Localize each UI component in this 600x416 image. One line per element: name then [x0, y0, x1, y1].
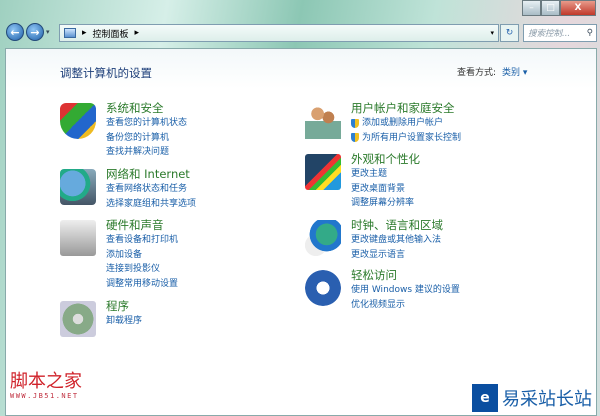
category-link[interactable]: 选择家庭组和共享选项 [106, 197, 196, 212]
uac-shield-icon [351, 118, 359, 128]
search-icon[interactable]: ⚲ [587, 28, 593, 38]
category-link[interactable]: 卸载程序 [106, 314, 142, 329]
category-title[interactable]: 网络和 Internet [106, 167, 196, 182]
category-link[interactable]: 更改显示语言 [351, 248, 443, 263]
search-placeholder: 搜索控制... [528, 29, 571, 39]
watermark-name: 易采站长站 [502, 389, 592, 410]
network-globe-icon[interactable] [60, 169, 96, 205]
window-controls: – □ X [522, 0, 596, 16]
category-title[interactable]: 用户帐户和家庭安全 [351, 101, 461, 116]
users-icon[interactable] [305, 103, 341, 139]
printer-speaker-icon[interactable] [60, 220, 96, 256]
category-title[interactable]: 外观和个性化 [351, 152, 420, 167]
maximize-button[interactable]: □ [541, 0, 560, 16]
watermark-logo: e [472, 384, 498, 412]
watermark-url: WWW.JB51.NET [10, 392, 79, 400]
category-title[interactable]: 硬件和声音 [106, 218, 178, 233]
category-link[interactable]: 添加设备 [106, 248, 178, 263]
category-title[interactable]: 程序 [106, 299, 142, 314]
view-by-dropdown[interactable]: 类别 ▾ [502, 68, 527, 78]
back-button[interactable]: ← [6, 23, 24, 41]
shield-icon[interactable] [60, 103, 96, 139]
search-input[interactable]: 搜索控制... ⚲ [523, 24, 597, 42]
address-bar[interactable]: ▸ 控制面板 ▸ ▾ [59, 24, 499, 42]
control-panel-icon [64, 28, 76, 38]
category-title[interactable]: 时钟、语言和区域 [351, 218, 443, 233]
watermark-yicai: e 易采站长站 [472, 384, 592, 412]
category-left-2: 硬件和声音 查看设备和打印机 添加设备 连接到投影仪 调整常用移动设置 [60, 218, 178, 291]
address-dropdown-icon[interactable]: ▾ [490, 29, 494, 37]
category-link[interactable]: 调整屏幕分辨率 [351, 196, 420, 211]
category-link[interactable]: 调整常用移动设置 [106, 277, 178, 292]
globe-clock-icon[interactable] [305, 220, 341, 256]
ease-of-access-icon[interactable] [305, 270, 341, 306]
category-title[interactable]: 系统和安全 [106, 101, 187, 116]
monitor-palette-icon[interactable] [305, 154, 341, 190]
category-link[interactable]: 更改桌面背景 [351, 182, 420, 197]
category-link[interactable]: 连接到投影仪 [106, 262, 178, 277]
close-button[interactable]: X [560, 0, 596, 16]
category-left-0: 系统和安全 查看您的计算机状态 备份您的计算机 查找并解决问题 [60, 101, 187, 160]
category-link[interactable]: 更改主题 [351, 167, 420, 182]
category-link[interactable]: 为所有用户设置家长控制 [351, 131, 461, 146]
page-title: 调整计算机的设置 [60, 66, 152, 80]
category-link[interactable]: 查看网络状态和任务 [106, 182, 196, 197]
category-link[interactable]: 优化视频显示 [351, 298, 460, 313]
category-left-1: 网络和 Internet 查看网络状态和任务 选择家庭组和共享选项 [60, 167, 196, 211]
programs-disc-icon[interactable] [60, 301, 96, 337]
nav-buttons: ← → ▾ [6, 23, 50, 41]
category-link[interactable]: 查看您的计算机状态 [106, 116, 187, 131]
category-right-1: 外观和个性化 更改主题 更改桌面背景 调整屏幕分辨率 [305, 152, 420, 211]
category-right-0: 用户帐户和家庭安全 添加或删除用户帐户 为所有用户设置家长控制 [305, 101, 461, 145]
category-link[interactable]: 添加或删除用户帐户 [351, 116, 461, 131]
category-link[interactable]: 备份您的计算机 [106, 131, 187, 146]
category-title[interactable]: 轻松访问 [351, 268, 460, 283]
category-link[interactable]: 使用 Windows 建议的设置 [351, 283, 460, 298]
minimize-button[interactable]: – [522, 0, 541, 16]
category-link[interactable]: 查看设备和打印机 [106, 233, 178, 248]
category-link[interactable]: 更改键盘或其他输入法 [351, 233, 443, 248]
breadcrumb-separator[interactable]: ▸ [135, 28, 140, 38]
category-right-3: 轻松访问 使用 Windows 建议的设置 优化视频显示 [305, 268, 460, 312]
category-right-2: 时钟、语言和区域 更改键盘或其他输入法 更改显示语言 [305, 218, 443, 262]
view-by: 查看方式: 类别 ▾ [457, 65, 527, 78]
breadcrumb-separator[interactable]: ▸ [82, 28, 87, 38]
breadcrumb-control-panel[interactable]: 控制面板 [93, 27, 129, 40]
watermark-name: 脚本之家 [10, 371, 82, 392]
category-left-3: 程序 卸载程序 [60, 299, 142, 337]
watermark-jb51: 脚本之家 WWW.JB51.NET [10, 371, 82, 401]
category-link[interactable]: 查找并解决问题 [106, 145, 187, 160]
forward-button[interactable]: → [26, 23, 44, 41]
view-by-label: 查看方式: [457, 68, 497, 78]
recent-pages-dropdown[interactable]: ▾ [46, 28, 50, 36]
refresh-button[interactable]: ↻ [500, 24, 519, 42]
uac-shield-icon [351, 133, 359, 143]
